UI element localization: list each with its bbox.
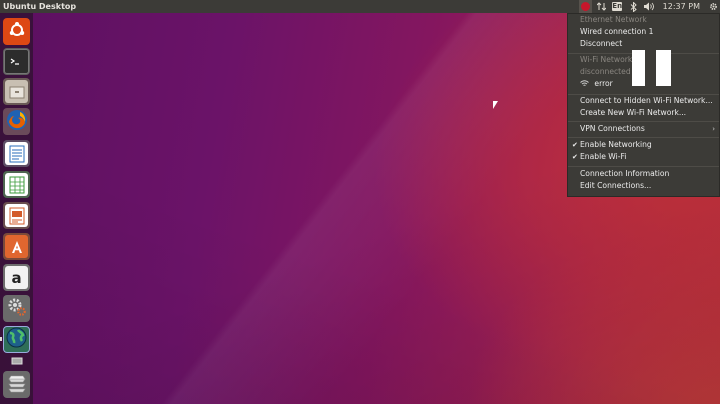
menu-separator — [568, 121, 719, 122]
menu-separator — [568, 137, 719, 138]
transfer-arrows-icon[interactable] — [595, 0, 608, 13]
ubuntu-dash-button[interactable] — [3, 18, 30, 45]
workspace-launcher[interactable] — [3, 352, 30, 366]
window-title: Ubuntu Desktop — [3, 2, 77, 11]
connection-information-item[interactable]: Connection Information — [580, 168, 669, 180]
keyboard-layout-indicator[interactable]: En — [611, 0, 624, 13]
terminal-icon — [4, 49, 29, 74]
trash-stack-icon — [6, 372, 28, 398]
gear-icon[interactable] — [707, 0, 720, 13]
trash-launcher[interactable] — [3, 371, 30, 398]
menu-separator — [568, 166, 719, 167]
impress-presentation-icon — [5, 204, 28, 227]
file-manager-launcher[interactable] — [3, 78, 30, 105]
ubuntu-software-launcher[interactable] — [3, 233, 30, 260]
calc-spreadsheet-icon — [5, 173, 28, 196]
libreoffice-impress-launcher[interactable] — [3, 202, 30, 229]
network-icon — [580, 2, 590, 11]
top-panel: Ubuntu Desktop En 12:37 PM — [0, 0, 720, 13]
keyboard-layout-icon: En — [612, 2, 623, 11]
ubuntu-logo-icon — [8, 21, 26, 43]
wifi-error-label: error — [594, 79, 613, 88]
wifi-error-item[interactable]: error — [580, 78, 613, 90]
mouse-cursor-icon — [493, 101, 498, 109]
pause-gap — [645, 50, 656, 86]
enable-wifi-item[interactable]: Enable Wi-Fi — [580, 151, 626, 163]
file-cabinet-icon — [5, 80, 28, 103]
create-new-wifi-item[interactable]: Create New Wi-Fi Network... — [580, 107, 686, 119]
wifi-status: disconnected — [580, 67, 631, 76]
system-settings-launcher[interactable] — [3, 295, 30, 322]
wired-connection-item[interactable]: Wired connection 1 — [580, 26, 653, 38]
enable-networking-item[interactable]: Enable Networking — [580, 139, 652, 151]
network-indicator[interactable] — [578, 0, 592, 13]
edit-connections-item[interactable]: Edit Connections... — [580, 180, 651, 192]
checkmark-icon: ✔ — [572, 153, 578, 161]
volume-icon[interactable] — [643, 0, 656, 13]
firefox-launcher[interactable] — [3, 108, 30, 135]
clock[interactable]: 12:37 PM — [659, 0, 704, 13]
vpn-connections-item[interactable]: VPN Connections — [580, 123, 645, 135]
ethernet-network-header: Ethernet Network — [580, 15, 647, 24]
submenu-arrow-icon: › — [712, 125, 715, 133]
pause-overlay-icon — [632, 50, 671, 86]
libreoffice-writer-launcher[interactable] — [3, 140, 30, 167]
globe-icon — [6, 327, 27, 352]
small-window-icon — [11, 350, 23, 369]
terminal-launcher[interactable] — [3, 48, 30, 75]
wifi-signal-icon — [580, 80, 589, 86]
writer-document-icon — [5, 142, 28, 165]
running-indicator — [0, 337, 2, 341]
connect-hidden-wifi-item[interactable]: Connect to Hidden Wi-Fi Network... — [580, 95, 713, 107]
amazon-icon: a — [5, 266, 28, 289]
launcher: a — [0, 13, 33, 404]
wifi-network-header: Wi-Fi Network — [580, 55, 633, 64]
indicator-tray: En 12:37 PM — [576, 0, 720, 13]
amazon-launcher[interactable]: a — [3, 264, 30, 291]
software-bag-icon — [5, 235, 28, 258]
settings-gears-icon — [6, 296, 28, 322]
checkmark-icon: ✔ — [572, 141, 578, 149]
network-menu: Ethernet Network Wired connection 1 Disc… — [567, 13, 720, 197]
bluetooth-icon[interactable] — [627, 0, 640, 13]
libreoffice-calc-launcher[interactable] — [3, 171, 30, 198]
disconnect-item[interactable]: Disconnect — [580, 38, 622, 50]
firefox-icon — [6, 109, 28, 135]
